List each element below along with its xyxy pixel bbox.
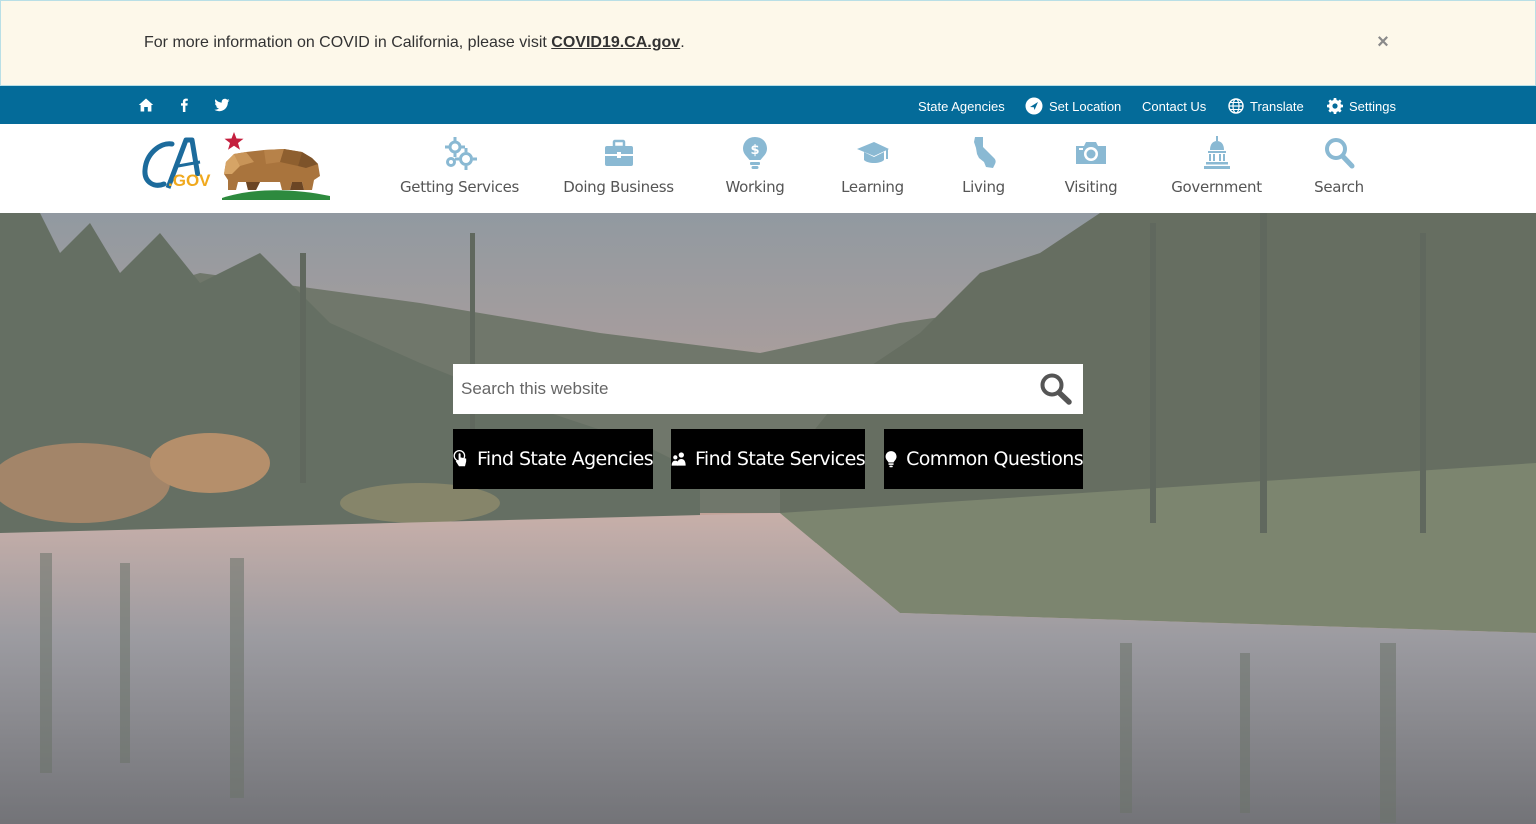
nav-visiting[interactable]: Visiting <box>1065 136 1118 206</box>
hero-overlay <box>0 213 1536 824</box>
translate-label: Translate <box>1250 98 1304 114</box>
common-questions-label: Common Questions <box>906 448 1084 470</box>
settings-label: Settings <box>1349 98 1396 114</box>
nav-label-visiting: Visiting <box>1064 178 1118 196</box>
facebook-icon[interactable] <box>176 97 192 113</box>
set-location-link[interactable]: Set Location <box>1025 97 1121 115</box>
location-icon <box>1025 97 1043 115</box>
gear-icon <box>1327 98 1343 114</box>
settings-link[interactable]: Settings <box>1327 97 1396 115</box>
nav-label-search: Search <box>1314 178 1364 196</box>
site-search-input[interactable] <box>453 364 1028 414</box>
search-icon <box>1322 136 1356 170</box>
nav-label-government: Government <box>1171 178 1262 196</box>
nav-government[interactable]: Government <box>1171 136 1262 206</box>
money-bulb-icon: $ <box>738 136 772 170</box>
nav-getting-services[interactable]: Getting Services <box>400 136 519 206</box>
users-icon <box>671 452 686 466</box>
svg-text:.GOV: .GOV <box>168 171 211 190</box>
home-icon[interactable] <box>138 97 154 113</box>
common-questions-button[interactable]: Common Questions <box>884 429 1084 489</box>
globe-icon <box>1228 98 1244 114</box>
find-state-services-button[interactable]: Find State Services <box>671 429 866 489</box>
search-submit-button[interactable] <box>1038 372 1074 406</box>
hero-section: Find State Agencies Find State Services … <box>0 213 1536 824</box>
nav-label-getting-services: Getting Services <box>399 178 520 196</box>
alert-text: For more information on COVID in Califor… <box>144 34 552 51</box>
translate-link[interactable]: Translate <box>1228 97 1304 115</box>
alert-suffix: . <box>680 34 685 51</box>
capitol-icon <box>1200 136 1234 170</box>
state-agencies-link[interactable]: State Agencies <box>918 97 1005 115</box>
find-state-services-label: Find State Services <box>694 448 866 470</box>
covid-alert-banner: For more information on COVID in Califor… <box>0 0 1536 86</box>
utility-bar: State Agencies Set Location Contact Us T… <box>0 86 1536 124</box>
site-header: .GOV Getting Services Doing Business $ W… <box>0 124 1536 213</box>
covid-link[interactable]: COVID19.CA.gov <box>551 34 680 51</box>
camera-icon <box>1074 136 1108 170</box>
briefcase-icon <box>602 136 636 170</box>
find-state-agencies-button[interactable]: Find State Agencies <box>453 429 654 489</box>
alert-message: For more information on COVID in Califor… <box>144 34 685 52</box>
svg-text:$: $ <box>750 143 759 158</box>
california-icon <box>967 136 1001 170</box>
twitter-icon[interactable] <box>214 97 230 113</box>
nav-label-living: Living <box>962 178 1005 196</box>
contact-us-label: Contact Us <box>1142 98 1207 114</box>
state-agencies-label: State Agencies <box>918 98 1005 114</box>
set-location-label: Set Location <box>1049 98 1122 114</box>
nav-label-working: Working <box>725 178 785 196</box>
site-search-form <box>453 364 1083 414</box>
lightbulb-icon <box>885 451 897 468</box>
nav-living[interactable]: Living <box>962 136 1005 206</box>
ca-gov-logo[interactable]: .GOV <box>142 132 332 200</box>
gears-icon <box>443 136 477 170</box>
find-state-agencies-label: Find State Agencies <box>476 448 654 470</box>
nav-label-doing-business: Doing Business <box>563 178 674 196</box>
hand-pointer-icon <box>453 449 467 467</box>
nav-search[interactable]: Search <box>1314 136 1364 206</box>
nav-doing-business[interactable]: Doing Business <box>563 136 674 206</box>
nav-working[interactable]: $ Working <box>725 136 785 206</box>
contact-us-link[interactable]: Contact Us <box>1142 97 1206 115</box>
nav-learning[interactable]: Learning <box>841 136 904 206</box>
graduation-cap-icon <box>856 136 890 170</box>
nav-label-learning: Learning <box>841 178 904 196</box>
close-alert-button[interactable]: × <box>1374 31 1392 53</box>
